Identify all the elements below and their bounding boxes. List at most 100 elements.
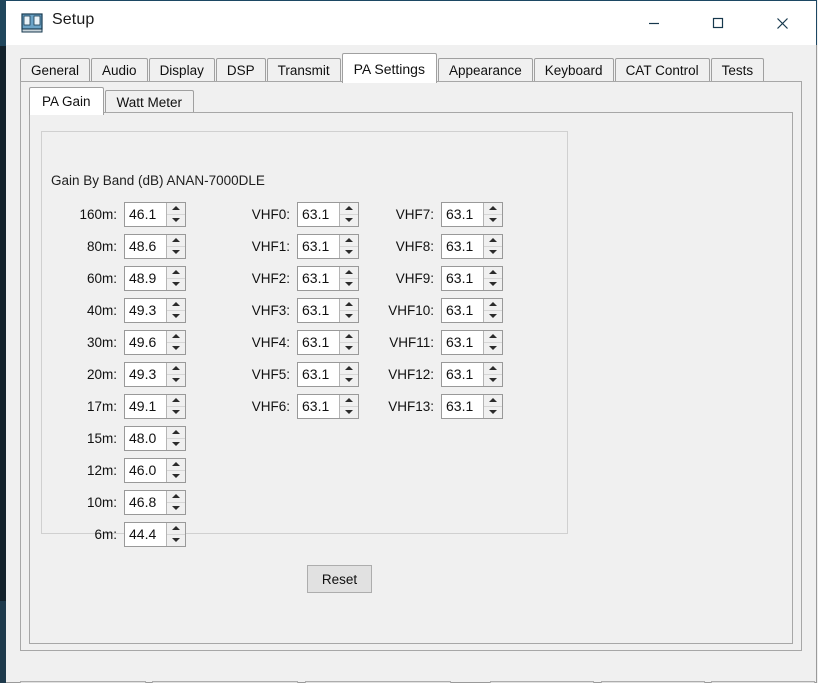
gain-spinner-20m[interactable]: 49.3 xyxy=(124,361,186,387)
gain-spinner-VHF8[interactable]: 63.1 xyxy=(441,233,503,259)
spinner-up-icon-20m[interactable] xyxy=(167,362,185,375)
gain-spinner-15m[interactable]: 48.0 xyxy=(124,425,186,451)
spinner-up-icon-VHF5[interactable] xyxy=(340,362,358,375)
spinner-up-icon-15m[interactable] xyxy=(167,426,185,439)
spinner-up-icon-VHF11[interactable] xyxy=(484,330,502,343)
gain-value-15m[interactable]: 48.0 xyxy=(125,431,166,445)
gain-spinner-VHF12[interactable]: 63.1 xyxy=(441,361,503,387)
gain-value-VHF2[interactable]: 63.1 xyxy=(298,271,339,285)
minimize-icon[interactable] xyxy=(631,7,677,39)
spinner-down-icon-15m[interactable] xyxy=(167,438,185,450)
gain-spinner-12m[interactable]: 46.0 xyxy=(124,457,186,483)
gain-spinner-40m[interactable]: 49.3 xyxy=(124,297,186,323)
gain-spinner-30m[interactable]: 49.6 xyxy=(124,329,186,355)
reset-button[interactable]: Reset xyxy=(307,565,372,593)
spinner-up-icon-40m[interactable] xyxy=(167,298,185,311)
spinner-up-icon-VHF8[interactable] xyxy=(484,234,502,247)
spinner-down-icon-30m[interactable] xyxy=(167,342,185,354)
gain-value-80m[interactable]: 48.6 xyxy=(125,239,166,253)
subtab-watt-meter[interactable]: Watt Meter xyxy=(104,90,195,114)
gain-value-17m[interactable]: 49.1 xyxy=(125,399,166,413)
gain-value-VHF5[interactable]: 63.1 xyxy=(298,367,339,381)
spinner-down-icon-VHF12[interactable] xyxy=(484,374,502,386)
spinner-down-icon-VHF2[interactable] xyxy=(340,278,358,290)
gain-value-VHF11[interactable]: 63.1 xyxy=(442,335,483,349)
spinner-down-icon-60m[interactable] xyxy=(167,278,185,290)
tab-tests[interactable]: Tests xyxy=(710,58,765,82)
spinner-up-icon-VHF12[interactable] xyxy=(484,362,502,375)
gain-value-VHF8[interactable]: 63.1 xyxy=(442,239,483,253)
spinner-down-icon-VHF3[interactable] xyxy=(340,310,358,322)
close-icon[interactable] xyxy=(759,7,805,39)
tab-transmit[interactable]: Transmit xyxy=(266,58,341,82)
tab-appearance[interactable]: Appearance xyxy=(437,58,533,82)
gain-spinner-VHF6[interactable]: 63.1 xyxy=(297,393,359,419)
spinner-down-icon-VHF7[interactable] xyxy=(484,214,502,226)
gain-spinner-VHF11[interactable]: 63.1 xyxy=(441,329,503,355)
gain-spinner-VHF0[interactable]: 63.1 xyxy=(297,201,359,227)
tab-keyboard[interactable]: Keyboard xyxy=(533,58,614,82)
spinner-up-icon-12m[interactable] xyxy=(167,458,185,471)
gain-spinner-VHF2[interactable]: 63.1 xyxy=(297,265,359,291)
spinner-down-icon-VHF10[interactable] xyxy=(484,310,502,322)
gain-spinner-17m[interactable]: 49.1 xyxy=(124,393,186,419)
gain-value-VHF6[interactable]: 63.1 xyxy=(298,399,339,413)
gain-value-12m[interactable]: 46.0 xyxy=(125,463,166,477)
gain-value-20m[interactable]: 49.3 xyxy=(125,367,166,381)
spinner-up-icon-VHF7[interactable] xyxy=(484,202,502,215)
spinner-up-icon-160m[interactable] xyxy=(167,202,185,215)
gain-spinner-VHF9[interactable]: 63.1 xyxy=(441,265,503,291)
gain-spinner-160m[interactable]: 46.1 xyxy=(124,201,186,227)
spinner-down-icon-VHF6[interactable] xyxy=(340,406,358,418)
gain-value-6m[interactable]: 44.4 xyxy=(125,527,166,541)
tab-dsp[interactable]: DSP xyxy=(215,58,266,82)
spinner-up-icon-30m[interactable] xyxy=(167,330,185,343)
gain-spinner-VHF13[interactable]: 63.1 xyxy=(441,393,503,419)
gain-spinner-VHF7[interactable]: 63.1 xyxy=(441,201,503,227)
gain-value-30m[interactable]: 49.6 xyxy=(125,335,166,349)
spinner-down-icon-10m[interactable] xyxy=(167,502,185,514)
spinner-down-icon-17m[interactable] xyxy=(167,406,185,418)
gain-value-VHF9[interactable]: 63.1 xyxy=(442,271,483,285)
spinner-down-icon-VHF0[interactable] xyxy=(340,214,358,226)
spinner-down-icon-6m[interactable] xyxy=(167,534,185,546)
gain-spinner-VHF1[interactable]: 63.1 xyxy=(297,233,359,259)
tab-audio[interactable]: Audio xyxy=(91,58,148,82)
spinner-down-icon-VHF8[interactable] xyxy=(484,246,502,258)
spinner-down-icon-VHF9[interactable] xyxy=(484,278,502,290)
spinner-up-icon-VHF1[interactable] xyxy=(340,234,358,247)
gain-value-VHF1[interactable]: 63.1 xyxy=(298,239,339,253)
spinner-down-icon-20m[interactable] xyxy=(167,374,185,386)
gain-spinner-60m[interactable]: 48.9 xyxy=(124,265,186,291)
gain-value-40m[interactable]: 49.3 xyxy=(125,303,166,317)
tab-cat-control[interactable]: CAT Control xyxy=(614,58,710,82)
gain-value-VHF13[interactable]: 63.1 xyxy=(442,399,483,413)
gain-value-VHF3[interactable]: 63.1 xyxy=(298,303,339,317)
gain-value-VHF7[interactable]: 63.1 xyxy=(442,207,483,221)
tab-display[interactable]: Display xyxy=(148,58,215,82)
gain-spinner-VHF5[interactable]: 63.1 xyxy=(297,361,359,387)
gain-spinner-6m[interactable]: 44.4 xyxy=(124,521,186,547)
gain-value-VHF12[interactable]: 63.1 xyxy=(442,367,483,381)
gain-spinner-VHF3[interactable]: 63.1 xyxy=(297,297,359,323)
spinner-down-icon-80m[interactable] xyxy=(167,246,185,258)
spinner-down-icon-12m[interactable] xyxy=(167,470,185,482)
spinner-down-icon-VHF4[interactable] xyxy=(340,342,358,354)
gain-spinner-VHF10[interactable]: 63.1 xyxy=(441,297,503,323)
spinner-up-icon-17m[interactable] xyxy=(167,394,185,407)
spinner-up-icon-VHF4[interactable] xyxy=(340,330,358,343)
spinner-up-icon-80m[interactable] xyxy=(167,234,185,247)
gain-value-160m[interactable]: 46.1 xyxy=(125,207,166,221)
gain-value-10m[interactable]: 46.8 xyxy=(125,495,166,509)
spinner-up-icon-VHF10[interactable] xyxy=(484,298,502,311)
gain-spinner-10m[interactable]: 46.8 xyxy=(124,489,186,515)
spinner-up-icon-VHF13[interactable] xyxy=(484,394,502,407)
gain-value-VHF4[interactable]: 63.1 xyxy=(298,335,339,349)
spinner-down-icon-VHF13[interactable] xyxy=(484,406,502,418)
gain-value-VHF0[interactable]: 63.1 xyxy=(298,207,339,221)
spinner-up-icon-VHF3[interactable] xyxy=(340,298,358,311)
spinner-up-icon-60m[interactable] xyxy=(167,266,185,279)
gain-spinner-VHF4[interactable]: 63.1 xyxy=(297,329,359,355)
gain-value-VHF10[interactable]: 63.1 xyxy=(442,303,483,317)
spinner-up-icon-VHF9[interactable] xyxy=(484,266,502,279)
